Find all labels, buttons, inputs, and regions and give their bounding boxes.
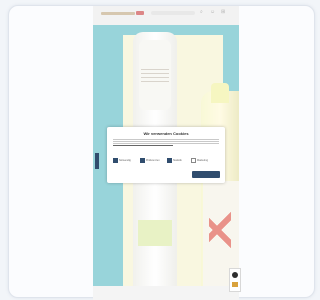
privacy-link[interactable] — [113, 145, 173, 146]
cookie-option-label: Marketing — [197, 159, 208, 163]
cookie-option-marketing[interactable]: Marketing — [191, 158, 208, 163]
cookie-option-label: Notwendig — [119, 159, 131, 163]
checkbox-icon[interactable] — [113, 158, 118, 163]
checkbox-icon[interactable] — [191, 158, 196, 163]
cookie-option-necessary[interactable]: Notwendig — [113, 158, 131, 163]
cookie-option-statistics[interactable]: Statistik — [167, 158, 182, 163]
cookie-option-preferences[interactable]: Präferenzen — [140, 158, 160, 163]
cookie-consent-dialog: Wir verwenden Cookies Notwendig Präferen… — [107, 127, 225, 183]
trust-seal-icon[interactable] — [229, 268, 241, 292]
feedback-side-tab[interactable] — [95, 153, 99, 169]
cookie-option-label: Statistik — [173, 159, 182, 163]
checkbox-icon[interactable] — [167, 158, 172, 163]
cookie-option-label: Präferenzen — [146, 159, 160, 163]
mobile-screenshot: ⌕ ☺ ⊞ Wir verwenden Cookies Notwendig Pr… — [93, 6, 239, 300]
cookie-dialog-body — [113, 138, 219, 144]
accept-all-button[interactable] — [192, 171, 220, 178]
cookie-dialog-heading: Wir verwenden Cookies — [143, 131, 189, 136]
checkbox-icon[interactable] — [140, 158, 145, 163]
